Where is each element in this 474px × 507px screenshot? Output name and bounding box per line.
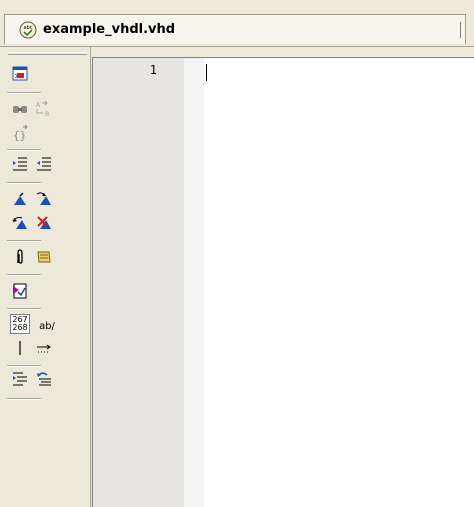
document-tab[interactable]: abc example_vhdl.vhd (4, 14, 466, 44)
toolbar-separator (7, 149, 41, 151)
next-bookmark-button[interactable] (33, 190, 55, 212)
toolbar-separator (7, 274, 41, 276)
svg-text:A: A (36, 102, 41, 109)
line-number-gutter: 1 (92, 57, 184, 507)
spellcheck-document-icon: abc (19, 21, 37, 39)
outdent-button[interactable] (33, 155, 55, 177)
paperclip-icon (11, 248, 29, 271)
tab-divider (460, 22, 461, 38)
indent-icon (11, 155, 29, 178)
replace-button[interactable]: A B (33, 100, 55, 122)
toolbar-separator (7, 182, 41, 184)
clear-bookmarks-button[interactable] (33, 214, 55, 236)
undo-format-icon (35, 370, 53, 393)
tab-title: example_vhdl.vhd (43, 22, 176, 37)
format-icon (11, 370, 29, 393)
toggle-display-icon (11, 65, 29, 88)
outdent-icon (35, 155, 53, 178)
attach-button[interactable] (9, 248, 31, 270)
toolbar-separator (7, 398, 41, 400)
line-numbers-toggle-icon: 267 268 (10, 314, 30, 334)
show-spaces-icon (35, 339, 53, 362)
set-bookmark-icon (11, 190, 29, 213)
toggle-display-button[interactable] (9, 65, 31, 87)
toolbar-separator (7, 308, 41, 310)
replace-icon: A B (34, 99, 54, 124)
validate-icon (11, 282, 29, 305)
editor-toolbar: A B {} 267 268 ab/ (0, 47, 91, 507)
word-wrap-toggle-icon: ab/ (39, 320, 55, 332)
previous-bookmark-icon (11, 214, 29, 237)
line-number-glyph-bottom: 268 (12, 323, 28, 332)
svg-text:B: B (45, 111, 49, 118)
show-cursor-line-button[interactable] (9, 339, 31, 361)
show-spaces-button[interactable] (33, 339, 55, 361)
toolbar-separator (7, 240, 41, 242)
clear-bookmarks-icon (35, 214, 53, 237)
scroll-icon (35, 248, 53, 271)
previous-bookmark-button[interactable] (9, 214, 31, 236)
svg-text:{}: {} (13, 129, 26, 142)
line-numbers-toggle-button[interactable]: 267 268 (7, 313, 33, 335)
undo-format-button[interactable] (33, 370, 55, 392)
code-editor[interactable] (204, 57, 474, 507)
indent-button[interactable] (9, 155, 31, 177)
validate-button[interactable] (9, 282, 31, 304)
format-button[interactable] (9, 370, 31, 392)
find-button[interactable] (9, 100, 31, 122)
next-bookmark-icon (35, 190, 53, 213)
set-bookmark-button[interactable] (9, 190, 31, 212)
snippet-button[interactable] (33, 248, 55, 270)
text-caret (206, 64, 207, 81)
document-tab-bar: abc example_vhdl.vhd (0, 0, 474, 47)
show-cursor-line-icon (11, 339, 29, 362)
find-icon (11, 100, 29, 123)
toolbar-separator (7, 365, 41, 367)
toolbar-separator (7, 92, 41, 94)
toolbar-grip[interactable] (8, 52, 87, 55)
fold-margin[interactable] (184, 57, 204, 507)
line-number: 1 (149, 63, 157, 77)
word-wrap-toggle-button[interactable]: ab/ (36, 315, 58, 337)
brace-match-icon: {} (11, 124, 29, 147)
brace-match-button[interactable]: {} (9, 124, 31, 146)
